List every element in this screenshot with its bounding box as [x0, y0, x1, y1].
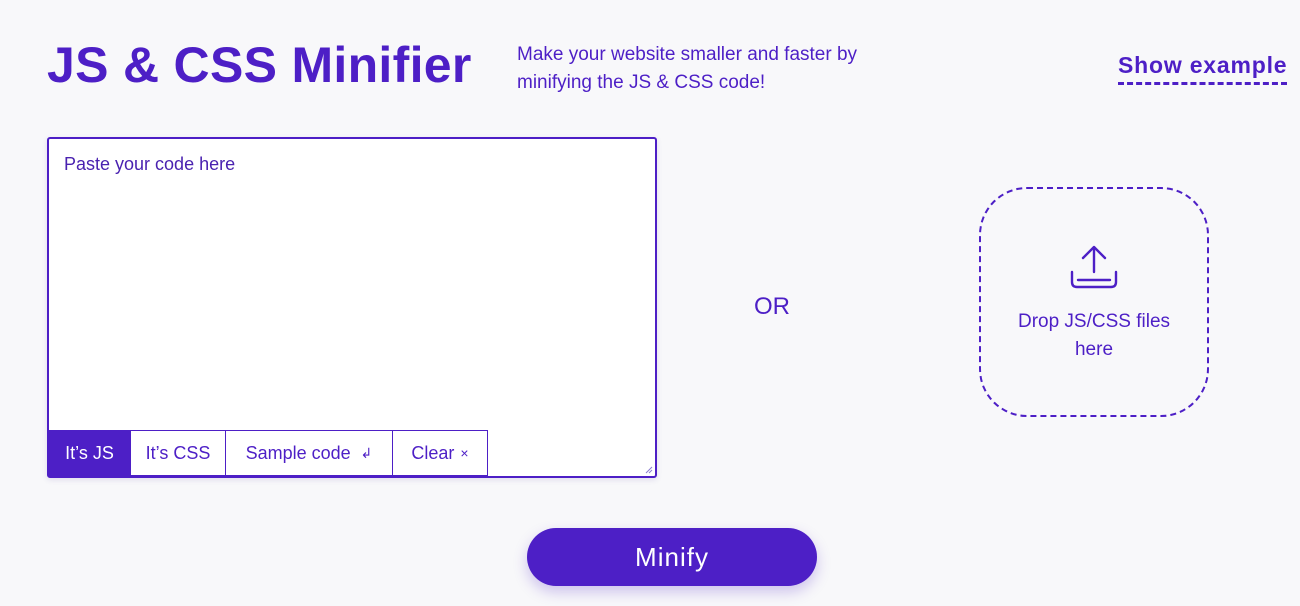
file-dropzone[interactable]: Drop JS/CSS files here	[979, 187, 1209, 417]
minify-button[interactable]: Minify	[527, 528, 817, 586]
sample-code-label: Sample code	[245, 442, 351, 463]
code-editor: It’s JS It’s CSS Sample code ↲ Clear ×	[47, 137, 657, 478]
dropzone-label: Drop JS/CSS files here	[1017, 311, 1171, 360]
upload-icon	[1070, 245, 1118, 289]
page-title: JS & CSS Minifier	[47, 37, 472, 93]
page-tagline: Make your website smaller and faster by …	[517, 44, 858, 93]
minifier-page: JS & CSS Minifier Make your website smal…	[0, 0, 1300, 606]
clear-label: Clear	[411, 442, 455, 463]
its-js-label: It’s JS	[65, 442, 114, 463]
code-input[interactable]	[49, 139, 655, 430]
close-icon: ×	[460, 445, 469, 461]
show-example-link[interactable]: Show example	[1118, 52, 1288, 85]
its-js-button[interactable]: It’s JS	[49, 430, 131, 476]
its-css-label: It’s CSS	[145, 442, 211, 463]
its-css-button[interactable]: It’s CSS	[131, 430, 226, 476]
or-separator: OR	[754, 293, 790, 320]
return-arrow-icon: ↲	[360, 444, 373, 461]
clear-button[interactable]: Clear ×	[393, 430, 488, 476]
sample-code-button[interactable]: Sample code ↲	[226, 430, 393, 476]
editor-toolbar: It’s JS It’s CSS Sample code ↲ Clear ×	[49, 430, 488, 476]
resize-grip-icon[interactable]	[645, 466, 653, 474]
